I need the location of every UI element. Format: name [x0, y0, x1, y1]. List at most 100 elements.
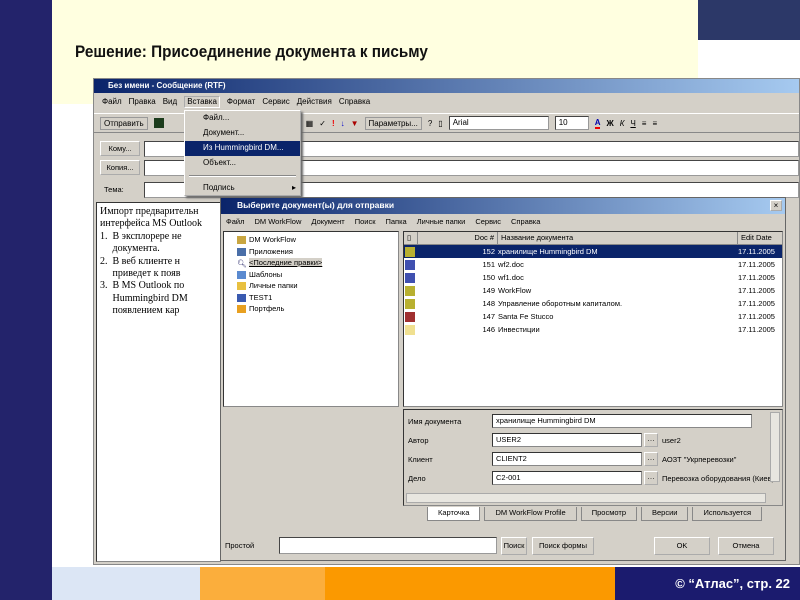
col-docnum[interactable]: Doc #	[418, 232, 498, 244]
doc-date: 17.11.2005	[738, 312, 775, 321]
footer-band-light-orange	[200, 567, 325, 600]
menu-insert[interactable]: Вставка	[184, 96, 220, 108]
flag-icon[interactable]: ▼	[351, 119, 359, 128]
field-value[interactable]: хранилище Hummingbird DM	[492, 414, 752, 428]
field-value[interactable]: USER2	[492, 433, 642, 447]
align-left-icon[interactable]: ≡	[642, 119, 647, 128]
tree-item[interactable]: Приложения	[227, 247, 395, 259]
dmenu-help[interactable]: Справка	[511, 217, 540, 228]
doc-date: 17.11.2005	[738, 325, 775, 334]
italic-button[interactable]: К	[620, 119, 625, 128]
save-icon[interactable]	[153, 118, 164, 128]
tab-card[interactable]: Карточка	[427, 507, 481, 521]
col-date[interactable]: Edit Date	[738, 232, 782, 244]
menu-edit[interactable]: Правка	[129, 97, 156, 108]
table-row[interactable]: 152 хранилище Hummingbird DM 17.11.2005	[404, 245, 782, 258]
menu-view[interactable]: Вид	[163, 97, 177, 108]
dmenu-personal[interactable]: Личные папки	[417, 217, 466, 228]
dmenu-file[interactable]: Файл	[226, 217, 244, 228]
body-line: Импорт предварительн	[100, 206, 199, 217]
menu-tools[interactable]: Сервис	[262, 97, 289, 108]
cc-button[interactable]: Копия...	[100, 160, 140, 175]
close-icon[interactable]: ×	[770, 200, 782, 211]
dmenu-folder[interactable]: Папка	[385, 217, 406, 228]
menu-actions[interactable]: Действия	[297, 97, 332, 108]
tree-label: TEST1	[249, 292, 273, 302]
field-value[interactable]: CLIENT2	[492, 452, 642, 466]
address-book-icon[interactable]: ▦	[306, 119, 314, 128]
search-form-button[interactable]: Поиск формы	[532, 537, 594, 555]
send-button[interactable]: Отправить	[100, 116, 148, 130]
insert-file-item[interactable]: Файл...	[185, 111, 300, 126]
tree-label: Приложения	[249, 246, 293, 256]
field-label: Клиент	[408, 455, 433, 464]
table-row[interactable]: 147 Santa Fe Stucco 17.11.2005	[404, 310, 782, 323]
tree-item[interactable]: 🔍︎ <Последние правки>	[227, 258, 395, 270]
form-icon	[405, 311, 415, 322]
footer-page-number: © “Атлас”, стр. 22	[615, 567, 800, 600]
tree-item[interactable]: Шаблоны	[227, 270, 395, 282]
font-color-icon[interactable]: A	[594, 118, 601, 129]
doc-type-icon[interactable]: ▯	[404, 232, 418, 244]
underline-button[interactable]: Ч	[630, 119, 635, 128]
word-doc-icon	[405, 272, 415, 283]
insert-document-item[interactable]: Документ...	[185, 126, 300, 141]
field-label: Дело	[408, 474, 426, 483]
bold-button[interactable]: Ж	[606, 119, 613, 128]
dialog-bottom-bar: Простой Поиск Поиск формы OK Отмена	[221, 535, 785, 557]
horizontal-scrollbar[interactable]	[406, 493, 766, 503]
body-line: 1. В эксплорере не	[100, 230, 182, 242]
cancel-button[interactable]: Отмена	[718, 537, 774, 555]
simple-search-input[interactable]	[279, 537, 497, 554]
options-button[interactable]: Параметры...	[364, 116, 422, 130]
vertical-scrollbar[interactable]	[770, 412, 780, 482]
tree-item[interactable]: DM WorkFlow	[227, 235, 395, 247]
tab-used[interactable]: Используется	[692, 507, 763, 521]
message-body[interactable]: Импорт предварительн интерфейса MS Outlo…	[96, 202, 221, 562]
dmenu-workflow[interactable]: DM WorkFlow	[254, 217, 301, 228]
tree-item[interactable]: Портфель	[227, 304, 395, 316]
attach-icon[interactable]: ▯	[438, 119, 442, 128]
ok-button[interactable]: OK	[654, 537, 710, 555]
dmenu-document[interactable]: Документ	[311, 217, 344, 228]
tree-item[interactable]: TEST1	[227, 293, 395, 305]
tab-workflow-profile[interactable]: DM WorkFlow Profile	[484, 507, 577, 521]
tab-preview[interactable]: Просмотр	[580, 507, 637, 521]
table-row[interactable]: 151 wf2.doc 17.11.2005	[404, 258, 782, 271]
dmenu-tools[interactable]: Сервис	[475, 217, 501, 228]
font-select[interactable]: Arial	[448, 116, 549, 130]
field-value[interactable]: C2-001	[492, 471, 642, 485]
lookup-button[interactable]: …	[644, 433, 658, 447]
menu-file[interactable]: Файл	[102, 97, 122, 108]
table-row[interactable]: 148 Управление оборотным капиталом. 17.1…	[404, 297, 782, 310]
doc-name: Инвестиции	[498, 325, 540, 334]
signature-label: Подпись	[203, 183, 235, 192]
doc-number: 146	[482, 325, 495, 334]
field-label: Автор	[408, 436, 429, 445]
importance-high-icon[interactable]: !	[332, 119, 335, 128]
check-names-icon[interactable]: ✓	[319, 119, 326, 128]
home-icon	[237, 236, 246, 245]
insert-object-item[interactable]: Объект...	[185, 156, 300, 171]
table-row[interactable]: 150 wf1.doc 17.11.2005	[404, 271, 782, 284]
body-line: документа.	[100, 243, 160, 255]
insert-from-hummingbird-item[interactable]: Из Hummingbird DM...	[185, 141, 300, 156]
insert-signature-item[interactable]: Подпись ▸	[185, 181, 300, 196]
search-button[interactable]: Поиск	[501, 537, 527, 555]
menu-format[interactable]: Формат	[227, 97, 255, 108]
tab-versions[interactable]: Версии	[641, 507, 689, 521]
lookup-button[interactable]: …	[644, 452, 658, 466]
align-center-icon[interactable]: ≡	[652, 119, 657, 128]
word-doc-icon	[405, 259, 415, 270]
table-row[interactable]: 146 Инвестиции 17.11.2005	[404, 323, 782, 336]
menu-help[interactable]: Справка	[339, 97, 370, 108]
size-select[interactable]: 10	[554, 116, 589, 130]
table-row[interactable]: 149 WorkFlow 17.11.2005	[404, 284, 782, 297]
importance-low-icon[interactable]: ↓	[341, 119, 345, 128]
tree-item[interactable]: Личные папки	[227, 281, 395, 293]
help-icon[interactable]: ?	[428, 119, 432, 128]
to-button[interactable]: Кому...	[100, 141, 140, 156]
dmenu-search[interactable]: Поиск	[355, 217, 376, 228]
lookup-button[interactable]: …	[644, 471, 658, 485]
col-name[interactable]: Название документа	[498, 232, 738, 244]
